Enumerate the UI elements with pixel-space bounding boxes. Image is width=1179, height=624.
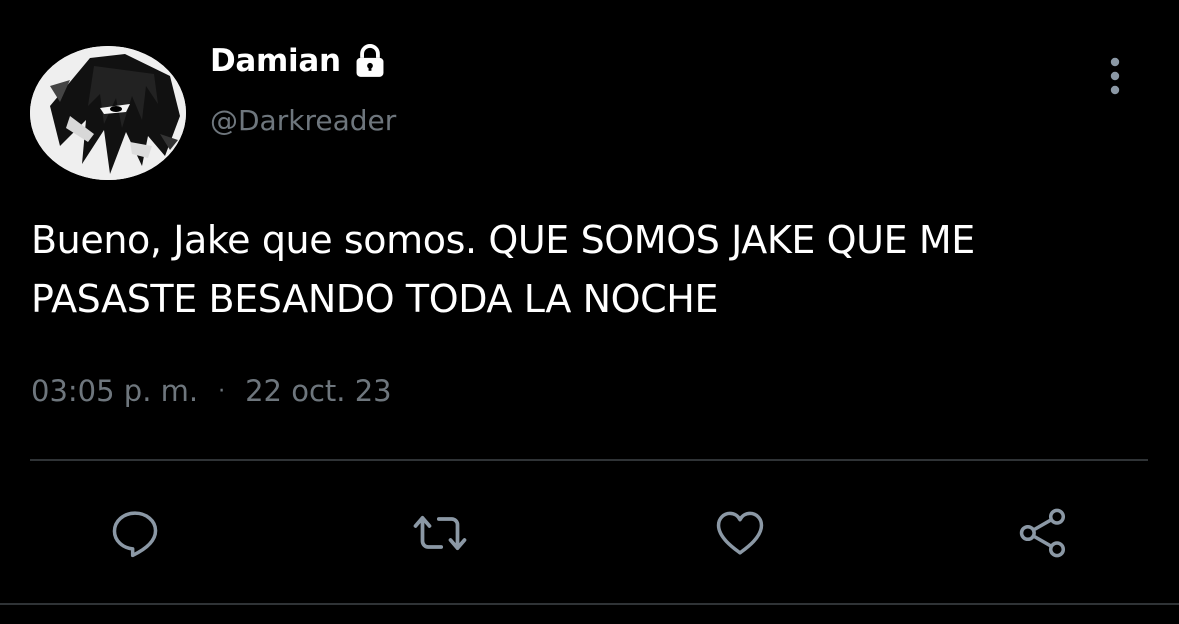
avatar-illustration [30,46,186,180]
action-bar [0,505,1179,561]
more-vertical-icon [1110,57,1120,95]
bottom-divider [0,603,1179,605]
lock-icon [351,42,389,80]
share-icon [1019,508,1066,558]
meta-separator: · [218,378,226,404]
divider [30,459,1148,461]
tweet-time[interactable]: 03:05 p. m. [31,374,198,408]
name-row: Damian [210,42,389,80]
tweet-card: Damian @Darkreader Bueno, Jake que somos… [0,0,1179,624]
reply-button[interactable] [107,505,163,561]
reply-icon [112,511,158,558]
retweet-icon [413,515,467,551]
user-handle[interactable]: @Darkreader [210,104,396,137]
share-button[interactable] [1015,505,1071,561]
tweet-date[interactable]: 22 oct. 23 [245,374,392,408]
tweet-text: Bueno, Jake que somos. QUE SOMOS JAKE QU… [31,218,975,321]
display-name[interactable]: Damian [210,43,341,79]
heart-icon [716,511,764,555]
tweet-meta: 03:05 p. m. · 22 oct. 23 [31,374,392,408]
avatar[interactable] [30,46,186,180]
retweet-button[interactable] [412,505,468,561]
more-options-button[interactable] [1100,56,1130,96]
like-button[interactable] [712,505,768,561]
